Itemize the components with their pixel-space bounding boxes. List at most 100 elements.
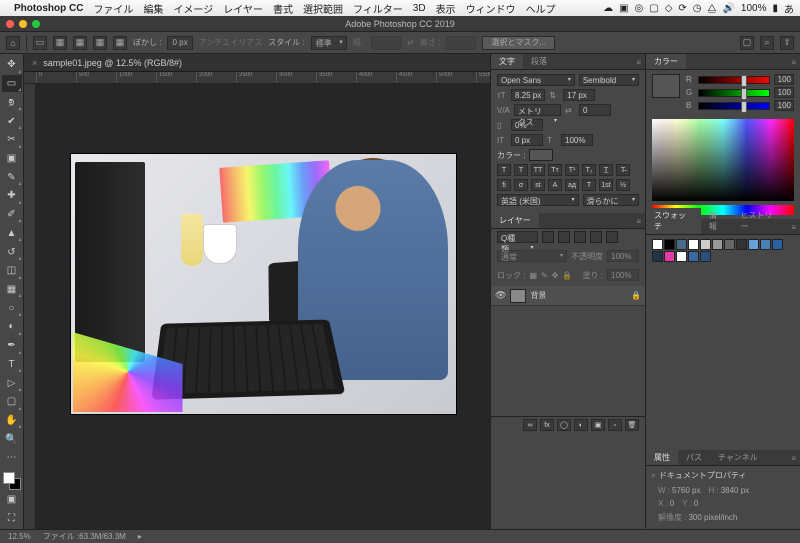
subscript-button[interactable]: T₁	[582, 164, 596, 176]
tool-preset-icon[interactable]: ▭	[33, 36, 47, 50]
blend-mode-select[interactable]: 通常	[497, 250, 567, 262]
r-value[interactable]: 100	[774, 74, 794, 85]
cloud-icon[interactable]: ☁	[603, 3, 613, 14]
psd-icon[interactable]: ▣	[619, 3, 628, 14]
tracking-input[interactable]: 0	[579, 104, 611, 116]
menu-window[interactable]: ウィンドウ	[466, 1, 516, 16]
swatch-color[interactable]	[676, 239, 687, 250]
font-size-input[interactable]: 8.25 px	[511, 89, 545, 101]
tab-info[interactable]: 情報	[701, 208, 733, 234]
swatch-color[interactable]	[700, 251, 711, 262]
clipboard-icon[interactable]: ▢	[649, 3, 658, 14]
tab-properties[interactable]: 属性	[646, 450, 678, 465]
lock-paint-icon[interactable]: ✎	[541, 271, 548, 280]
document-canvas[interactable]	[71, 154, 456, 414]
swatch-color[interactable]	[748, 239, 759, 250]
tab-paragraph[interactable]: 段落	[523, 54, 555, 69]
window-zoom-button[interactable]	[32, 20, 40, 28]
tab-swatches[interactable]: スウォッチ	[646, 208, 701, 234]
quick-select-tool[interactable]: ✔	[2, 112, 22, 130]
fx-icon[interactable]: fx	[540, 419, 554, 431]
opentype-half[interactable]: ½	[616, 179, 630, 191]
swatch-color[interactable]	[724, 239, 735, 250]
doc-info[interactable]: 63.3M/63.3M	[79, 532, 126, 541]
dodge-tool[interactable]: ◐	[2, 318, 22, 336]
history-brush-tool[interactable]: ↺	[2, 243, 22, 261]
refresh-icon[interactable]: ⟳	[678, 3, 686, 14]
menu-filter[interactable]: フィルター	[353, 1, 403, 16]
target-icon[interactable]: ◎	[635, 3, 644, 14]
b-slider[interactable]	[698, 102, 770, 110]
swatch-color[interactable]	[760, 239, 771, 250]
opentype-st[interactable]: st	[531, 179, 545, 191]
menu-type[interactable]: 書式	[273, 1, 293, 16]
app-name[interactable]: Photoshop CC	[14, 3, 83, 14]
swatch-color[interactable]	[772, 239, 783, 250]
wifi-icon[interactable]: ⧋	[708, 3, 717, 14]
hscale-input[interactable]: 100%	[561, 134, 593, 146]
filter-type-icon[interactable]	[574, 231, 586, 243]
add-selection-icon[interactable]: ▦	[73, 36, 87, 50]
feather-input[interactable]: 0 px	[167, 36, 192, 50]
share-icon[interactable]: ⇪	[780, 36, 794, 50]
allcaps-button[interactable]: TT	[531, 164, 545, 176]
gradient-tool[interactable]: ▦	[2, 281, 22, 299]
panel-menu-icon[interactable]: ≡	[787, 452, 800, 465]
quickmask-icon[interactable]: ▣	[2, 491, 22, 509]
swatch-color[interactable]	[664, 251, 675, 262]
edit-toolbar[interactable]: ⋯	[2, 449, 22, 467]
lock-all-icon[interactable]: 🔒	[562, 271, 572, 280]
window-close-button[interactable]	[6, 20, 14, 28]
panel-menu-icon[interactable]: ≡	[787, 221, 800, 234]
frame-tool[interactable]: ▣	[2, 150, 22, 168]
layer-filter-select[interactable]: Q種類	[497, 231, 538, 243]
menu-3d[interactable]: 3D	[413, 3, 426, 14]
menu-file[interactable]: ファイル	[93, 1, 133, 16]
leading-input[interactable]: 17 px	[563, 89, 595, 101]
g-slider[interactable]	[698, 89, 770, 97]
swatch-color[interactable]	[736, 239, 747, 250]
menu-view[interactable]: 表示	[436, 1, 456, 16]
move-tool[interactable]: ✥	[2, 56, 22, 74]
tab-history[interactable]: ヒストリー	[732, 208, 787, 234]
ime-icon[interactable]: あ	[784, 1, 794, 16]
new-layer-icon[interactable]: ▫	[608, 419, 622, 431]
hand-tool[interactable]: ✋	[2, 412, 22, 430]
layer-thumbnail[interactable]	[510, 289, 526, 303]
b-value[interactable]: 100	[774, 100, 794, 111]
panel-menu-icon[interactable]: ≡	[787, 56, 800, 69]
zoom-level[interactable]: 12.5%	[8, 532, 31, 541]
select-and-mask-button[interactable]: 選択とマスク...	[482, 36, 555, 50]
baseline-input[interactable]: 0 px	[511, 134, 543, 146]
ruler-horizontal[interactable]: 0500100015002000250030003500400045005000…	[24, 72, 490, 84]
swatch-color[interactable]	[652, 251, 663, 262]
group-icon[interactable]: ▣	[591, 419, 605, 431]
lock-trans-icon[interactable]: ▦	[529, 271, 537, 280]
filter-pixel-icon[interactable]	[542, 231, 554, 243]
menu-image[interactable]: イメージ	[173, 1, 213, 16]
fill-input[interactable]: 100%	[607, 269, 639, 281]
document-tab[interactable]: × sample01.jpeg @ 12.5% (RGB/8#)	[24, 54, 490, 72]
swatch-color[interactable]	[652, 239, 663, 250]
panel-menu-icon[interactable]: ≡	[632, 56, 645, 69]
link-layers-icon[interactable]: ∞	[523, 419, 537, 431]
bold-button[interactable]: T	[497, 164, 511, 176]
menu-layer[interactable]: レイヤー	[223, 1, 263, 16]
diamond-icon[interactable]: ◇	[665, 3, 673, 14]
zoom-tool[interactable]: 🔍	[2, 430, 22, 448]
eyedropper-tool[interactable]: ✎	[2, 168, 22, 186]
workspace-icon[interactable]: ▢	[740, 36, 754, 50]
swatch-color[interactable]	[676, 251, 687, 262]
tab-layers[interactable]: レイヤー	[491, 213, 539, 228]
opentype-ad[interactable]: aд	[565, 179, 579, 191]
swatch-color[interactable]	[688, 251, 699, 262]
language-select[interactable]: 英語 (米国)	[497, 194, 579, 206]
tab-paths[interactable]: パス	[678, 450, 710, 465]
font-weight-select[interactable]: Semibold	[579, 74, 639, 86]
swatch-color[interactable]	[712, 239, 723, 250]
search-icon[interactable]: ⌕	[760, 36, 774, 50]
shape-tool[interactable]: ▢	[2, 393, 22, 411]
clock-icon[interactable]: ◷	[693, 3, 702, 14]
canvas-viewport[interactable]	[36, 84, 490, 529]
window-minimize-button[interactable]	[19, 20, 27, 28]
